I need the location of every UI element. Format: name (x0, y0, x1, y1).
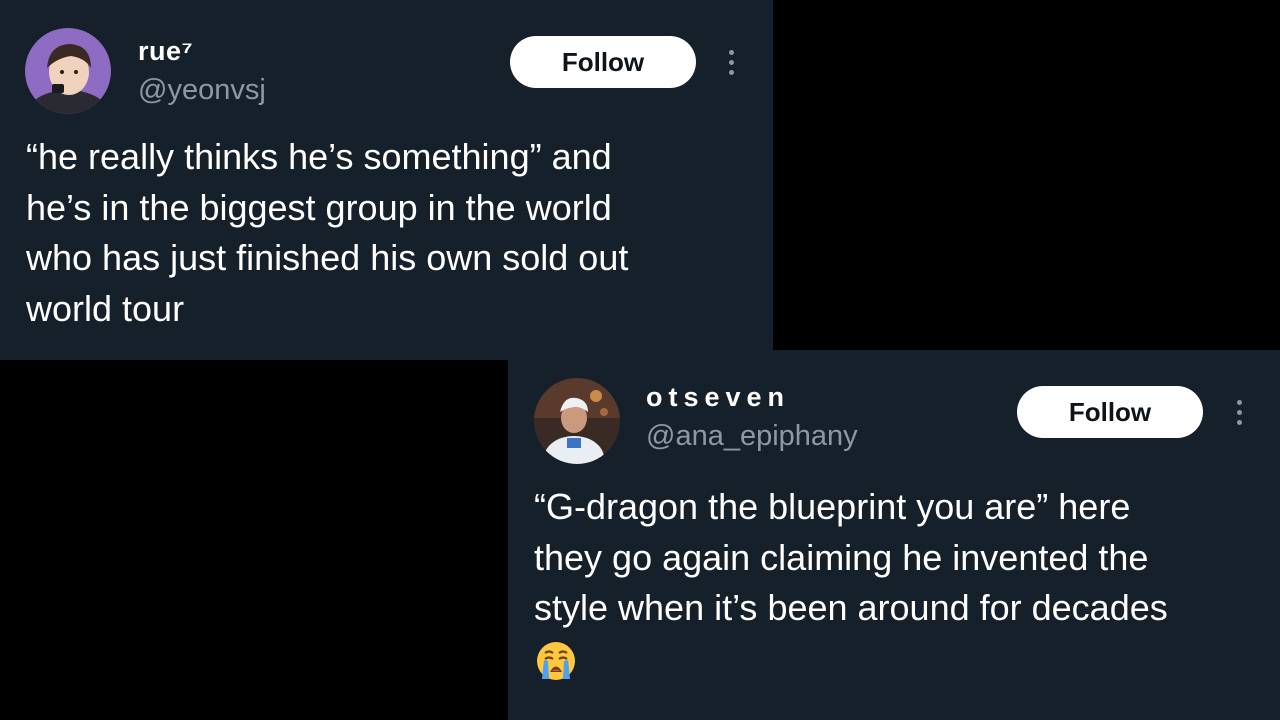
loudly-crying-face-emoji-icon (534, 639, 578, 683)
dot (1236, 399, 1242, 405)
display-name[interactable]: otseven (646, 382, 790, 413)
tweet-text-line: they go again claiming he invented the (534, 536, 1149, 578)
avatar-photo (25, 28, 111, 114)
tweet-text-line: “G-dragon the blueprint you are” here (534, 486, 1131, 527)
tweet-text-line: style when it’s been around for decades (534, 587, 1168, 628)
tweet-text-line: “he really thinks he’s something” and (26, 136, 612, 177)
display-name[interactable]: rue⁷ (138, 36, 193, 67)
dot (728, 59, 734, 65)
follow-button[interactable]: Follow (1017, 386, 1203, 438)
tweet-text: “G-dragon the blueprint you are” here th… (534, 482, 1168, 684)
user-handle[interactable]: @ana_epiphany (646, 420, 858, 453)
user-handle[interactable]: @yeonvsj (138, 74, 266, 107)
dot (728, 49, 734, 55)
tweet-emoji-line (534, 634, 1168, 685)
avatar-photo (534, 378, 620, 464)
dot (1236, 419, 1242, 425)
follow-button[interactable]: Follow (510, 36, 696, 88)
tweet-card: otseven @ana_epiphany Follow “G-dragon t… (508, 350, 1280, 720)
tweet-text-line: who has just finished his own sold out (26, 237, 629, 278)
avatar[interactable] (25, 28, 111, 114)
more-vertical-icon[interactable] (1229, 392, 1249, 432)
more-vertical-icon[interactable] (721, 42, 741, 82)
screenshot-collage: rue⁷ @yeonvsj Follow “he really thinks h… (0, 0, 1280, 720)
dot (728, 69, 734, 75)
tweet-text: “he really thinks he’s something” and he… (26, 132, 628, 334)
avatar[interactable] (534, 378, 620, 464)
tweet-text-line: world tour (26, 287, 185, 329)
tweet-text-line: he’s in the biggest group in the world (26, 186, 612, 228)
tweet-card: rue⁷ @yeonvsj Follow “he really thinks h… (0, 0, 773, 360)
dot (1236, 409, 1242, 415)
